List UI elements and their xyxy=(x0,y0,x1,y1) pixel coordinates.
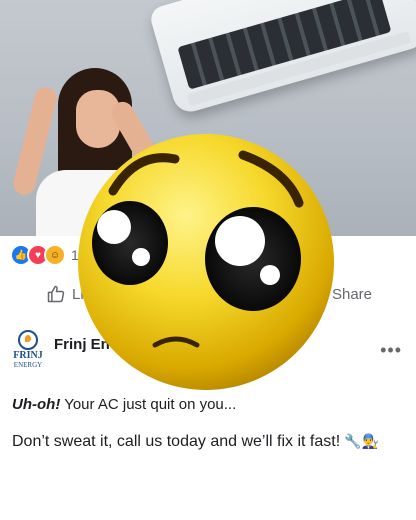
page-avatar[interactable]: FRINJ ENERGY xyxy=(10,330,46,374)
post-text-rest: Your AC just quit on you... xyxy=(60,396,237,413)
logo-text: FRINJ xyxy=(13,350,43,361)
mechanic-emoji: 🔧👨‍🔧 xyxy=(344,433,380,449)
post-text-line1: Uh-oh! Your AC just quit on you... xyxy=(12,396,236,413)
thumbs-up-icon xyxy=(47,285,65,303)
reactions-summary[interactable]: 👍 ♥ ☺ 1 xyxy=(10,244,79,266)
haha-reaction-icon: ☺ xyxy=(44,244,66,266)
pleading-face-emoji xyxy=(78,134,334,390)
post-text-line2-text: Don’t sweat it, call us today and we’ll … xyxy=(12,433,341,450)
share-button[interactable]: Share xyxy=(332,286,372,303)
air-conditioner xyxy=(148,0,416,116)
logo-subtext: ENERGY xyxy=(13,361,43,369)
more-options-icon[interactable]: ••• xyxy=(380,340,402,361)
post-text-line2: Don’t sweat it, call us today and we’ll … xyxy=(12,433,379,451)
post-text-bold: Uh-oh! xyxy=(12,396,61,413)
frinj-logo-icon xyxy=(18,330,38,350)
